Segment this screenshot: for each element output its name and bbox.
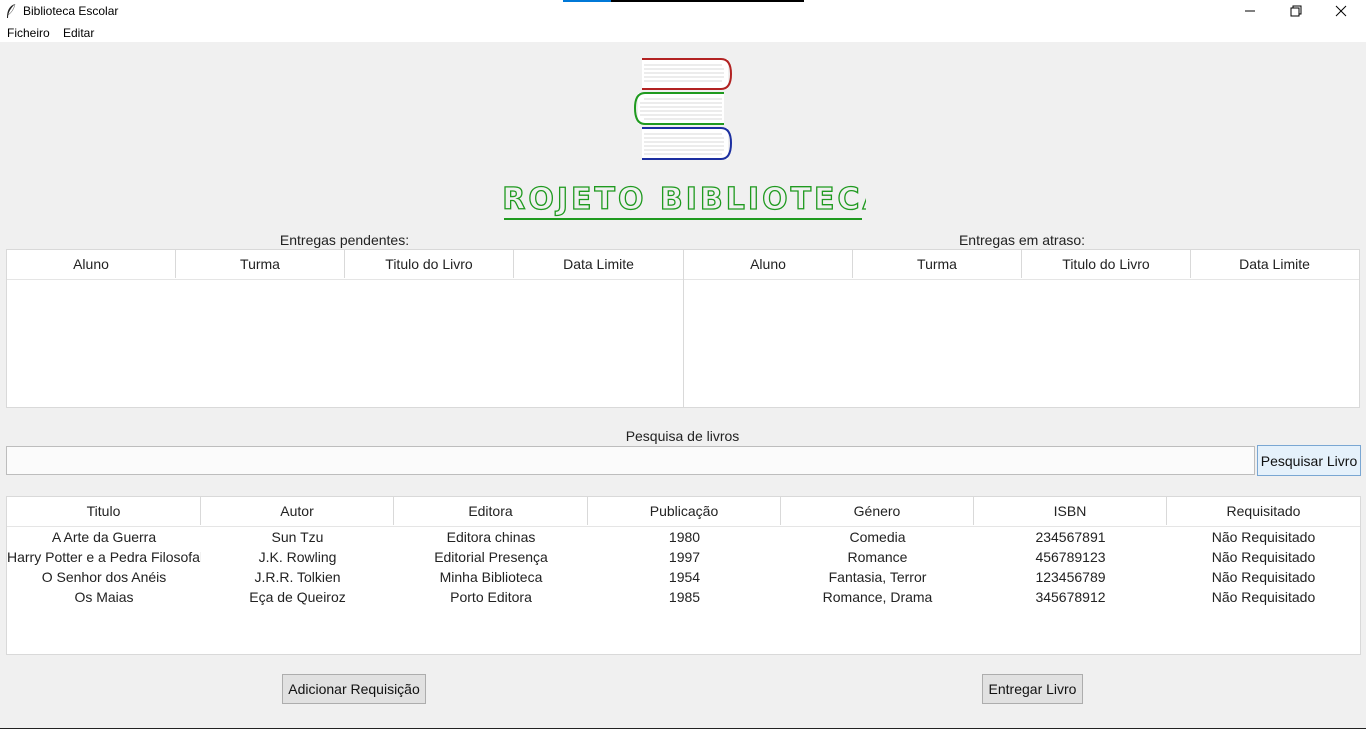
col-data-limite[interactable]: Data Limite [1191, 250, 1358, 278]
restore-button[interactable] [1273, 0, 1319, 22]
restore-icon [1290, 5, 1302, 17]
col-aluno[interactable]: Aluno [684, 250, 853, 278]
col-turma[interactable]: Turma [853, 250, 1022, 278]
overdue-table-header: Aluno Turma Titulo do Livro Data Limite [684, 250, 1359, 280]
cell-autor: Sun Tzu [271, 529, 324, 545]
cell-editora: Porto Editora [450, 589, 532, 605]
cell-autor: J.R.R. Tolkien [254, 569, 341, 585]
progress-fill [563, 0, 612, 2]
cell-requisitado: Não Requisitado [1211, 569, 1316, 585]
title-bar: Biblioteca Escolar [0, 0, 1366, 22]
col-genero[interactable]: Género [781, 497, 974, 525]
col-titulo-livro[interactable]: Titulo do Livro [1022, 250, 1191, 278]
cell-genero: Fantasia, Terror [828, 569, 927, 585]
table-row[interactable]: O Senhor dos Anéis J.R.R. Tolkien Minha … [7, 567, 1360, 587]
cell-editora: Editora chinas [446, 529, 536, 545]
brand-title: PROJETO BIBLIOTECA [500, 182, 866, 217]
cell-requisitado: Não Requisitado [1211, 529, 1316, 545]
cell-titulo: O Senhor dos Anéis [41, 569, 167, 585]
cell-titulo: Harry Potter e a Pedra Filosofal [7, 549, 201, 565]
col-turma[interactable]: Turma [176, 250, 345, 278]
brand-logo: PROJETO BIBLIOTECA [500, 181, 866, 220]
col-requisitado[interactable]: Requisitado [1167, 497, 1360, 525]
cell-titulo: A Arte da Guerra [51, 529, 157, 545]
menu-bar: Ficheiro Editar [0, 22, 1366, 42]
cell-genero: Romance [847, 549, 908, 565]
overdue-table[interactable]: Aluno Turma Titulo do Livro Data Limite [684, 249, 1360, 408]
add-requisition-button[interactable]: Adicionar Requisição [282, 674, 426, 704]
close-icon [1335, 5, 1347, 17]
menu-editar[interactable]: Editar [63, 26, 94, 40]
books-table-header: Titulo Autor Editora Publicação Género I… [7, 497, 1360, 527]
table-row[interactable]: A Arte da Guerra Sun Tzu Editora chinas … [7, 527, 1360, 547]
cell-isbn: 456789123 [1035, 549, 1106, 565]
cell-requisitado: Não Requisitado [1211, 589, 1316, 605]
pending-table[interactable]: Aluno Turma Titulo do Livro Data Limite [6, 249, 684, 408]
col-titulo[interactable]: Titulo [7, 497, 201, 525]
deliver-book-button[interactable]: Entregar Livro [982, 674, 1083, 704]
col-autor[interactable]: Autor [201, 497, 394, 525]
cell-autor: Eça de Queiroz [249, 589, 346, 605]
search-label: Pesquisa de livros [625, 428, 740, 444]
cell-genero: Romance, Drama [822, 589, 933, 605]
cell-publicacao: 1980 [668, 529, 701, 545]
table-row[interactable]: Os Maias Eça de Queiroz Porto Editora 19… [7, 587, 1360, 607]
books-logo-icon [633, 58, 733, 160]
cell-isbn: 234567891 [1035, 529, 1106, 545]
cell-publicacao: 1954 [668, 569, 701, 585]
feather-icon [7, 3, 16, 18]
cell-requisitado: Não Requisitado [1211, 549, 1316, 565]
menu-ficheiro[interactable]: Ficheiro [7, 26, 50, 40]
col-titulo-livro[interactable]: Titulo do Livro [345, 250, 514, 278]
cell-editora: Editorial Presença [434, 549, 548, 565]
cell-autor: J.K. Rowling [258, 549, 337, 565]
cell-isbn: 345678912 [1035, 589, 1106, 605]
col-aluno[interactable]: Aluno [7, 250, 176, 278]
col-editora[interactable]: Editora [394, 497, 588, 525]
cell-isbn: 123456789 [1035, 569, 1106, 585]
col-publicacao[interactable]: Publicação [588, 497, 781, 525]
pending-label: Entregas pendentes: [279, 232, 410, 248]
cell-editora: Minha Biblioteca [439, 569, 543, 585]
books-table[interactable]: Titulo Autor Editora Publicação Género I… [6, 496, 1361, 655]
cell-publicacao: 1997 [668, 549, 701, 565]
minimize-icon [1245, 10, 1255, 12]
close-button[interactable] [1318, 0, 1364, 22]
overdue-label: Entregas em atraso: [958, 232, 1086, 248]
cell-genero: Comedia [849, 529, 906, 545]
minimize-button[interactable] [1227, 0, 1273, 22]
progress-bar [563, 0, 804, 2]
search-button[interactable]: Pesquisar Livro [1257, 445, 1361, 476]
col-data-limite[interactable]: Data Limite [514, 250, 683, 278]
cell-titulo: Os Maias [74, 589, 134, 605]
pending-table-header: Aluno Turma Titulo do Livro Data Limite [7, 250, 683, 280]
window-title: Biblioteca Escolar [23, 4, 119, 18]
table-row[interactable]: Harry Potter e a Pedra Filosofal J.K. Ro… [7, 547, 1360, 567]
cell-publicacao: 1985 [668, 589, 701, 605]
search-input[interactable] [6, 446, 1255, 475]
col-isbn[interactable]: ISBN [974, 497, 1167, 525]
